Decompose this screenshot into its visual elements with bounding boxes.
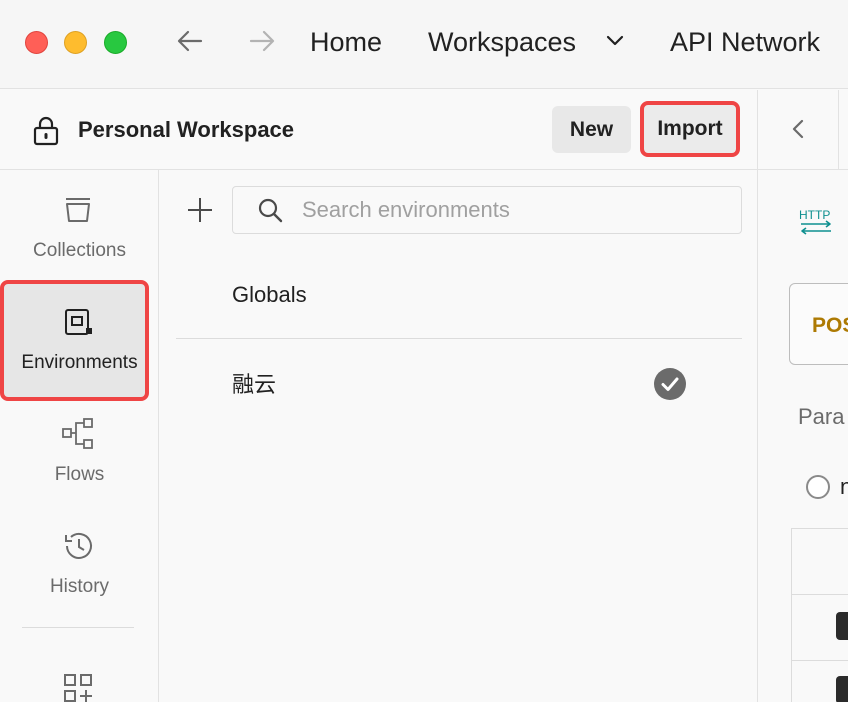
table-row-divider [791,594,848,595]
http-icon: HTTP [798,205,834,242]
sidebar-item-label: History [49,576,110,597]
nav-api-network-link[interactable]: API Network [670,26,820,58]
sidebar-item-collections[interactable]: Collections [0,180,159,290]
environment-label: 融云 [232,372,277,397]
flows-icon [62,418,94,450]
import-button[interactable]: Import [640,101,740,157]
svg-text:HTTP: HTTP [799,208,830,222]
workspace-title: Personal Workspace [78,117,295,142]
new-button[interactable]: New [552,106,631,153]
list-divider [176,338,742,339]
sidebar-item-environments[interactable]: Environments [0,292,159,402]
environments-icon [62,306,94,338]
back-arrow-icon[interactable] [175,26,205,62]
sidebar-item-flows[interactable]: Flows [0,404,159,514]
radio-label: n [840,474,848,499]
search-environments-input[interactable] [302,196,722,224]
nav-home-link[interactable]: Home [310,26,382,58]
postman-app: Home Workspaces API Network Personal Wor… [0,0,848,702]
collections-icon [62,194,94,226]
history-icon [62,530,94,562]
nav-workspaces-link[interactable]: Workspaces [428,26,576,58]
lock-icon [32,116,60,151]
sidebar-item-label: Flows [54,464,105,485]
tab-separator [838,90,839,170]
chevron-left-icon[interactable] [788,114,808,150]
sidebar-divider [22,627,134,628]
forward-arrow-icon[interactable] [247,26,277,62]
window-close-button[interactable] [25,31,48,54]
sidebar-item-history[interactable]: History [0,516,159,626]
configure-workbench-icon[interactable] [62,672,94,702]
chevron-down-icon[interactable] [604,30,626,57]
sidebar-item-label: Environments [21,352,138,373]
add-environment-button[interactable] [185,195,215,225]
table-row-divider [791,660,848,661]
tab-params[interactable]: Para [798,403,844,431]
window-maximize-button[interactable] [104,31,127,54]
window-minimize-button[interactable] [64,31,87,54]
method-label: POS [812,314,848,337]
row-checkbox[interactable] [836,676,848,702]
environment-label: Globals [232,282,307,307]
row-checkbox[interactable] [836,612,848,640]
sidebar-item-label: Collections [33,240,126,261]
search-icon [257,197,283,228]
active-environment-check-icon[interactable] [654,368,686,405]
body-type-radio[interactable] [806,475,830,499]
